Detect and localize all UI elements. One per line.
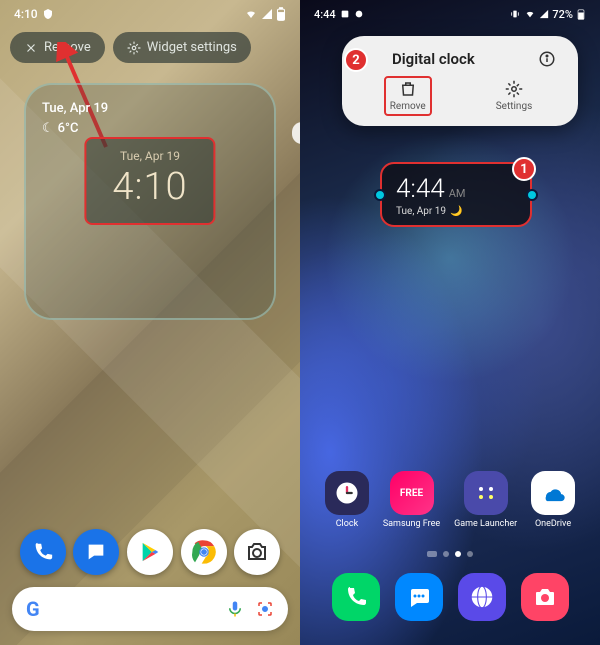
app-label: Clock bbox=[336, 519, 358, 529]
notification-icon bbox=[354, 9, 364, 19]
clock-app-icon bbox=[325, 471, 369, 515]
phone-app-icon[interactable] bbox=[332, 573, 380, 621]
widget-time: 4:10 bbox=[112, 165, 187, 209]
annotation-badge-2: 2 bbox=[344, 48, 368, 72]
widget-resize-frame[interactable]: Tue, Apr 19 ☾ 6°C Tue, Apr 19 4:10 bbox=[24, 83, 276, 320]
messages-app-icon[interactable] bbox=[395, 573, 443, 621]
trash-icon bbox=[399, 80, 417, 98]
digital-clock-widget[interactable]: 4:44 AM Tue, Apr 19 🌙 bbox=[380, 162, 532, 227]
popup-title: Digital clock bbox=[392, 50, 475, 68]
app-label: Game Launcher bbox=[454, 519, 517, 529]
vibrate-icon bbox=[509, 9, 521, 19]
widget-options-popup: Digital clock Remove Settings bbox=[342, 36, 578, 126]
annotation-badge-1: 1 bbox=[512, 157, 536, 181]
signal-icon bbox=[261, 8, 273, 20]
page-dot-active bbox=[455, 551, 461, 557]
gear-icon bbox=[127, 41, 141, 55]
widget-settings-label: Widget settings bbox=[147, 40, 237, 55]
status-bar: 4:10 bbox=[0, 0, 300, 28]
page-dot bbox=[467, 551, 473, 557]
battery-percent: 72% bbox=[552, 8, 573, 21]
widget-date: Tue, Apr 19 bbox=[112, 149, 187, 163]
samsung-home-screen: 4:44 72% 2 Digital clock Remove bbox=[300, 0, 600, 645]
weather-date: Tue, Apr 19 bbox=[42, 99, 258, 119]
status-time: 4:10 bbox=[14, 7, 38, 21]
shield-icon bbox=[42, 8, 54, 20]
phone-app-icon[interactable] bbox=[20, 529, 66, 575]
info-icon[interactable] bbox=[538, 50, 556, 68]
samsung-free-icon: FREE bbox=[390, 471, 434, 515]
home-dot bbox=[427, 551, 437, 557]
widget-ampm: AM bbox=[449, 187, 466, 200]
remove-option[interactable]: Remove bbox=[384, 76, 432, 116]
settings-label: Settings bbox=[496, 101, 533, 112]
clock-app[interactable]: Clock bbox=[325, 471, 369, 529]
pixel-home-screen: 4:10 Remove Widget settings bbox=[0, 0, 300, 645]
clock-widget[interactable]: Tue, Apr 19 4:10 bbox=[84, 137, 215, 225]
weather-info: Tue, Apr 19 ☾ 6°C bbox=[42, 99, 258, 138]
battery-icon bbox=[276, 7, 286, 21]
app-label: Samsung Free bbox=[383, 519, 440, 529]
page-indicator[interactable] bbox=[300, 551, 600, 557]
status-time: 4:44 bbox=[314, 8, 336, 21]
chrome-icon[interactable] bbox=[181, 529, 227, 575]
signal-icon bbox=[539, 9, 549, 19]
onedrive-app[interactable]: OneDrive bbox=[531, 471, 575, 529]
widget-settings-button[interactable]: Widget settings bbox=[113, 32, 251, 63]
edge-handle[interactable] bbox=[292, 122, 300, 144]
browser-app-icon[interactable] bbox=[458, 573, 506, 621]
widget-time: 4:44 bbox=[396, 174, 445, 204]
page-dot bbox=[443, 551, 449, 557]
samsung-dock bbox=[300, 573, 600, 621]
game-launcher-icon bbox=[464, 471, 508, 515]
notification-icon bbox=[340, 9, 350, 19]
status-bar: 4:44 72% bbox=[300, 0, 600, 28]
resize-handle-right[interactable] bbox=[526, 189, 538, 201]
gear-icon bbox=[505, 80, 523, 98]
mic-icon[interactable] bbox=[226, 600, 244, 618]
battery-icon bbox=[576, 8, 586, 20]
close-icon bbox=[24, 41, 38, 55]
remove-label: Remove bbox=[390, 101, 426, 112]
resize-handle-left[interactable] bbox=[374, 189, 386, 201]
moon-icon: 🌙 bbox=[450, 206, 462, 217]
samsung-free-app[interactable]: FREE Samsung Free bbox=[383, 471, 440, 529]
remove-label: Remove bbox=[44, 40, 91, 55]
game-launcher-app[interactable]: Game Launcher bbox=[454, 471, 517, 529]
app-row: Clock FREE Samsung Free Game Launcher On… bbox=[300, 471, 600, 529]
lens-icon[interactable] bbox=[256, 600, 274, 618]
camera-icon[interactable] bbox=[234, 529, 280, 575]
messages-app-icon[interactable] bbox=[73, 529, 119, 575]
google-logo: G bbox=[26, 597, 40, 621]
widget-date: Tue, Apr 19 bbox=[396, 206, 446, 217]
weather-temp: 6°C bbox=[58, 119, 79, 139]
remove-button[interactable]: Remove bbox=[10, 32, 105, 63]
wifi-icon bbox=[524, 9, 536, 19]
play-store-icon[interactable] bbox=[127, 529, 173, 575]
google-search-bar[interactable]: G bbox=[12, 587, 288, 631]
settings-option[interactable]: Settings bbox=[492, 76, 537, 116]
app-label: OneDrive bbox=[535, 519, 571, 529]
onedrive-icon bbox=[531, 471, 575, 515]
camera-app-icon[interactable] bbox=[521, 573, 569, 621]
pixel-dock bbox=[0, 529, 300, 575]
moon-icon: ☾ bbox=[42, 119, 54, 139]
wifi-icon bbox=[244, 8, 258, 20]
